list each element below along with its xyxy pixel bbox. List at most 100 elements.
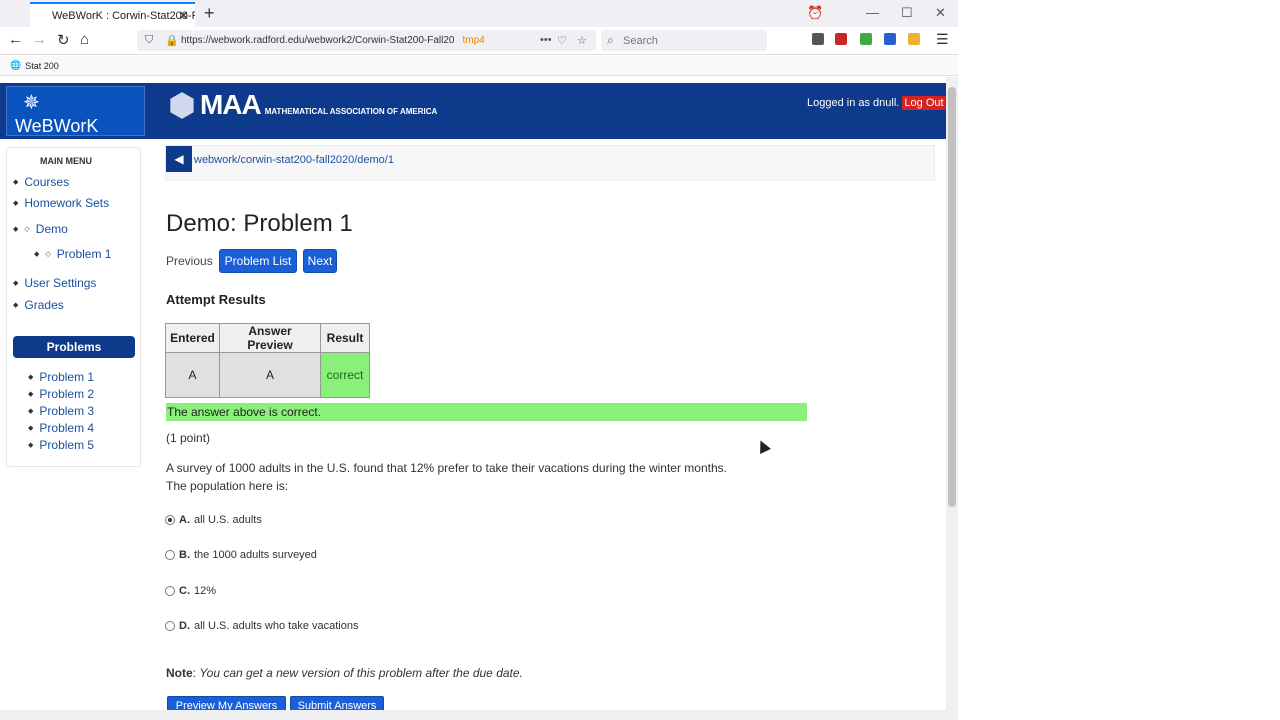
menu-icon[interactable]: ☰ bbox=[936, 31, 949, 48]
problem-link-4[interactable]: ◆ Problem 4 bbox=[28, 421, 94, 435]
problem-link-3[interactable]: ◆ Problem 3 bbox=[28, 404, 94, 418]
table-header-row: Entered Answer Preview Result bbox=[165, 323, 370, 353]
maa-text: MAA bbox=[199, 89, 262, 120]
maa-logo[interactable]: ⬢ MAA MATHEMATICAL ASSOCIATION OF AMERIC… bbox=[168, 86, 437, 124]
search-input[interactable]: ⌕ Search bbox=[601, 30, 767, 51]
points-label: (1 point) bbox=[166, 431, 211, 445]
problem-list-button[interactable]: Problem List bbox=[219, 249, 297, 273]
pocket-icon[interactable]: ♡ bbox=[557, 34, 567, 47]
chevron-left-icon[interactable]: ◀ bbox=[166, 146, 192, 172]
horizontal-scrollbar[interactable] bbox=[0, 710, 958, 720]
correct-message: The answer above is correct. bbox=[166, 403, 807, 421]
problem-link-label: Problem 5 bbox=[39, 438, 95, 452]
bullet-icon: ◆ bbox=[13, 302, 19, 309]
problem-link-label: Problem 1 bbox=[39, 370, 95, 384]
question-line-2: The population here is: bbox=[166, 479, 289, 493]
radio-c[interactable] bbox=[165, 586, 175, 596]
note-text: You can get a new version of this proble… bbox=[199, 666, 523, 680]
problem-link-2[interactable]: ◆ Problem 2 bbox=[28, 387, 94, 401]
sub-bullet-icon: ◇ bbox=[45, 251, 51, 258]
main-menu-heading: MAIN MENU bbox=[40, 156, 92, 166]
browser-window: WeBWorK : Corwin-Stat200-Fa ✕ + ⏰ — ☐ ✕ … bbox=[0, 0, 958, 720]
sidebar-item-problem-1[interactable]: ◆ ◇ Problem 1 bbox=[34, 247, 111, 261]
url-bar[interactable]: ⛉ 🔒 https://webwork.radford.edu/webwork2… bbox=[137, 30, 596, 51]
bullet-icon: ◆ bbox=[28, 425, 34, 432]
masthead: ✵ WeBWorK ⬢ MAA MATHEMATICAL ASSOCIATION… bbox=[0, 83, 946, 139]
extension-blue-icon[interactable] bbox=[884, 33, 896, 45]
reload-icon[interactable]: ↻ bbox=[57, 31, 70, 49]
scrollbar-thumb[interactable] bbox=[948, 87, 956, 507]
sub-bullet-icon: ◇ bbox=[24, 226, 30, 233]
maximize-icon[interactable]: ☐ bbox=[901, 5, 913, 21]
bullet-icon: ◆ bbox=[34, 251, 40, 258]
shield-icon[interactable]: ⛉ bbox=[145, 34, 153, 47]
extension-green-icon[interactable] bbox=[860, 33, 872, 45]
alarm-icon[interactable]: ⏰ bbox=[807, 5, 823, 21]
entered-value: A bbox=[165, 352, 220, 398]
close-window-icon[interactable]: ✕ bbox=[935, 5, 946, 21]
extension-orange-icon[interactable] bbox=[908, 33, 920, 45]
sidebar-item-courses[interactable]: ◆ Courses bbox=[13, 175, 69, 189]
new-tab-icon[interactable]: + bbox=[204, 3, 215, 24]
url-text: https://webwork.radford.edu/webwork2/Cor… bbox=[181, 35, 455, 46]
sidebar-item-demo[interactable]: ◆ ◇ Demo bbox=[13, 222, 68, 236]
sidebar-item-label: Grades bbox=[24, 298, 64, 312]
choice-letter: D. bbox=[179, 620, 190, 632]
breadcrumb-path[interactable]: webwork/corwin-stat200-fall2020/demo/1 bbox=[194, 154, 394, 166]
bookmarks-bar: 🌐 Stat 200 bbox=[0, 56, 958, 76]
library-icon[interactable] bbox=[812, 33, 824, 45]
choice-text: 12% bbox=[194, 585, 217, 597]
sidebar-item-label: Courses bbox=[24, 175, 70, 189]
choice-a[interactable]: A. all U.S. adults bbox=[165, 514, 262, 526]
next-button[interactable]: Next bbox=[303, 249, 337, 273]
ublock-icon[interactable] bbox=[835, 33, 847, 45]
mouse-cursor-icon bbox=[755, 438, 771, 454]
choice-b[interactable]: B. the 1000 adults surveyed bbox=[165, 549, 317, 561]
vertical-scrollbar[interactable] bbox=[946, 77, 958, 710]
radio-b[interactable] bbox=[165, 550, 175, 560]
bookmark-label: Stat 200 bbox=[25, 60, 59, 71]
results-table: Entered Answer Preview Result A A correc… bbox=[165, 323, 370, 398]
sidebar: MAIN MENU ◆ Courses ◆ Homework Sets ◆ ◇ … bbox=[6, 147, 141, 467]
submit-answers-button[interactable]: Submit Answers bbox=[290, 696, 384, 710]
home-icon[interactable]: ⌂ bbox=[80, 31, 89, 48]
header-answer-preview: Answer Preview bbox=[219, 323, 321, 353]
search-icon: ⌕ bbox=[607, 33, 614, 47]
sidebar-item-label: Demo bbox=[35, 222, 68, 236]
lock-icon[interactable]: 🔒 bbox=[165, 34, 179, 47]
more-icon[interactable]: ••• bbox=[540, 34, 552, 46]
sidebar-item-grades[interactable]: ◆ Grades bbox=[13, 298, 64, 312]
answer-preview-value: A bbox=[219, 352, 321, 398]
tab-webwork[interactable]: WeBWorK : Corwin-Stat200-Fa ✕ bbox=[30, 2, 195, 27]
close-tab-icon[interactable]: ✕ bbox=[178, 8, 189, 24]
star-icon: ✵ bbox=[23, 92, 40, 114]
bookmark-stat200[interactable]: 🌐 Stat 200 bbox=[10, 60, 59, 71]
table-row: A A correct bbox=[165, 352, 370, 398]
choice-c[interactable]: C. 12% bbox=[165, 585, 216, 597]
bullet-icon: ◆ bbox=[13, 200, 19, 207]
sidebar-item-homework-sets[interactable]: ◆ Homework Sets bbox=[13, 196, 109, 210]
forward-icon[interactable]: → bbox=[32, 31, 47, 48]
header-result: Result bbox=[320, 323, 370, 353]
problem-link-label: Problem 3 bbox=[39, 404, 95, 418]
radio-a[interactable] bbox=[165, 515, 175, 525]
problem-link-1[interactable]: ◆ Problem 1 bbox=[28, 370, 94, 384]
minimize-icon[interactable]: — bbox=[866, 5, 879, 20]
problem-link-5[interactable]: ◆ Problem 5 bbox=[28, 438, 94, 452]
choice-d[interactable]: D. all U.S. adults who take vacations bbox=[165, 620, 358, 632]
maa-icon: ⬢ bbox=[168, 87, 196, 123]
back-icon[interactable]: ← bbox=[8, 31, 23, 48]
bullet-icon: ◆ bbox=[28, 442, 34, 449]
sidebar-item-user-settings[interactable]: ◆ User Settings bbox=[13, 276, 96, 290]
radio-d[interactable] bbox=[165, 621, 175, 631]
previous-label: Previous bbox=[166, 254, 213, 268]
bookmark-star-icon[interactable]: ☆ bbox=[577, 34, 587, 47]
preview-answers-button[interactable]: Preview My Answers bbox=[167, 696, 286, 710]
choice-letter: A. bbox=[179, 514, 190, 526]
question-text: A survey of 1000 adults in the U.S. foun… bbox=[166, 459, 816, 495]
problems-heading: Problems bbox=[13, 336, 135, 358]
logout-button[interactable]: Log Out bbox=[902, 96, 946, 110]
webwork-logo[interactable]: ✵ WeBWorK bbox=[6, 86, 145, 136]
header-entered: Entered bbox=[165, 323, 220, 353]
bullet-icon: ◆ bbox=[13, 179, 19, 186]
